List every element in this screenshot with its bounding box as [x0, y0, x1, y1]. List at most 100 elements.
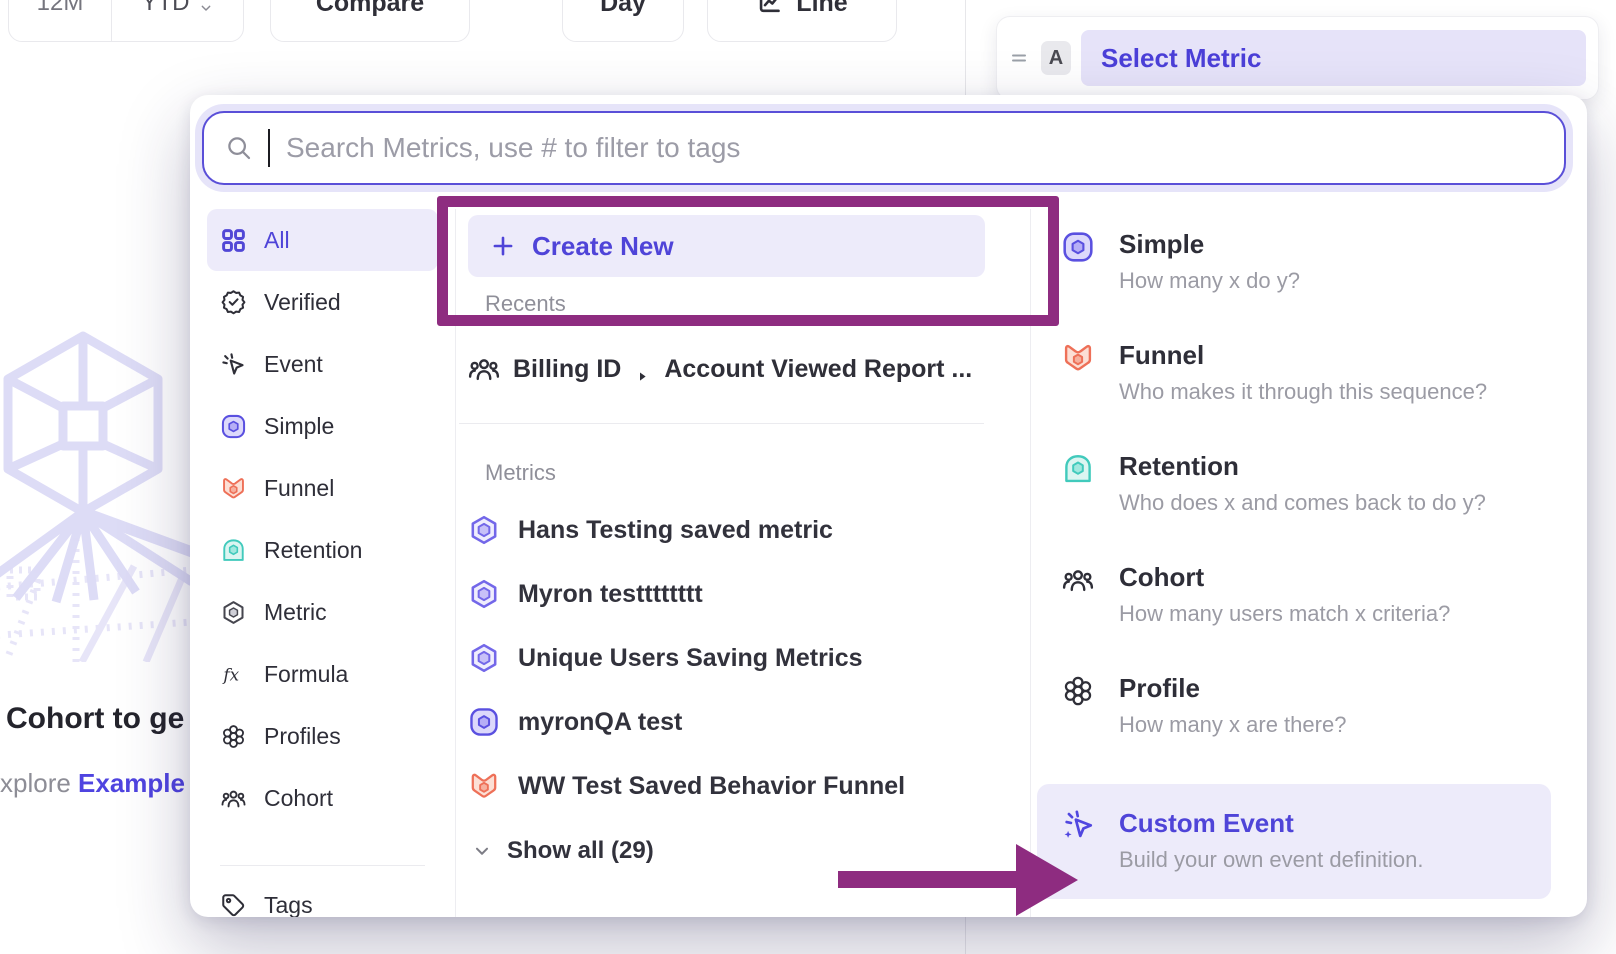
range-ytd-label: YTD [142, 0, 190, 17]
drag-handle-icon[interactable] [1007, 46, 1031, 70]
svg-text:fx: fx [221, 664, 239, 684]
metric-type-title: Simple [1119, 229, 1300, 259]
flower-icon [1061, 674, 1095, 708]
recents-section-title: Recents [485, 291, 1030, 317]
background-explore-line: xplore Example [0, 768, 185, 799]
line-chart-icon [756, 0, 783, 17]
grid-icon [220, 227, 247, 254]
seal-icon [220, 289, 247, 316]
sidebar-item-funnel[interactable]: Funnel [190, 457, 455, 519]
plus-icon [490, 233, 516, 259]
sidebar-item-label: Retention [264, 537, 362, 564]
search-icon [224, 133, 254, 163]
series-a-badge: A [1041, 41, 1071, 75]
cohort-icon [467, 352, 501, 386]
create-new-label: Create New [532, 231, 674, 262]
metric-type-title: Profile [1119, 673, 1346, 703]
create-new-button[interactable]: Create New [468, 215, 985, 277]
sidebar-item-metric[interactable]: Metric [190, 581, 455, 643]
metric-item-name: Myron testttttttt [518, 580, 703, 609]
arch-icon [1061, 452, 1095, 486]
sidebar-item-simple[interactable]: Simple [190, 395, 455, 457]
metric-query-row: A Select Metric [996, 16, 1599, 100]
sidebar-item-label: Profiles [264, 723, 341, 750]
metric-list-item-myronqa-test[interactable]: myronQA test [455, 690, 1030, 754]
people-icon [1061, 563, 1095, 597]
sidebar-item-tags[interactable]: Tags [190, 874, 455, 917]
arch-icon [220, 537, 247, 564]
metric-list-item-unique-users-saving-metrics[interactable]: Unique Users Saving Metrics [455, 626, 1030, 690]
funnel-icon [220, 475, 247, 502]
sidebar-item-all[interactable]: All [207, 209, 438, 271]
explore-text-fragment: xplore [0, 768, 78, 798]
range-ytd-button[interactable]: YTD [112, 0, 243, 41]
text-caret [268, 129, 270, 167]
screen: Cohort to ge xplore Example 12M YTD Comp… [0, 0, 1616, 954]
picker-middle-column: Create New Recents Billing ID Account Vi… [455, 209, 1030, 917]
metric-type-option-simple[interactable]: Simple How many x do y? [1031, 229, 1587, 294]
date-range-segmented-control: 12M YTD [8, 0, 244, 42]
sidebar-item-event[interactable]: Event [190, 333, 455, 395]
flower-icon [220, 723, 247, 750]
funnel-icon [1061, 341, 1095, 375]
sidebar-item-label: Tags [264, 892, 313, 918]
sidebar-item-profiles[interactable]: Profiles [190, 705, 455, 767]
metric-type-description: Who makes it through this sequence? [1119, 379, 1487, 405]
metric-type-description: How many users match x criteria? [1119, 601, 1450, 627]
recent-item-prefix: Billing ID [513, 355, 621, 384]
metric-list-item-myron-testttttttt[interactable]: Myron testttttttt [455, 562, 1030, 626]
sidebar-item-cohort[interactable]: Cohort [190, 767, 455, 829]
chevron-down-icon [471, 840, 493, 862]
sidebar-item-label: Funnel [264, 475, 334, 502]
hexpurple-icon [468, 642, 500, 674]
tag-icon [220, 892, 247, 918]
metric-item-name: Hans Testing saved metric [518, 516, 833, 545]
sidebar-item-formula[interactable]: fx Formula [190, 643, 455, 705]
metric-type-description: How many x are there? [1119, 712, 1346, 738]
metric-type-option-cohort[interactable]: Cohort How many users match x criteria? [1031, 562, 1587, 627]
granularity-day-button[interactable]: Day [562, 0, 684, 42]
metric-type-option-retention[interactable]: Retention Who does x and comes back to d… [1031, 451, 1587, 516]
chart-type-line-button[interactable]: Line [707, 0, 897, 42]
recent-item-name: Account Viewed Report ... [664, 355, 972, 384]
show-all-toggle[interactable]: Show all (29) [471, 826, 1030, 876]
metric-type-description: Build your own event definition. [1119, 847, 1424, 873]
metric-type-description: How many x do y? [1119, 268, 1300, 294]
decorative-wireframe-illustration [0, 330, 192, 662]
metric-item-name: Unique Users Saving Metrics [518, 644, 863, 673]
metric-list-item-ww-test-saved-behavior-funnel[interactable]: WW Test Saved Behavior Funnel [455, 754, 1030, 818]
metric-type-title: Funnel [1119, 340, 1487, 370]
sidebar-item-label: Verified [264, 289, 341, 316]
squircle-icon [468, 706, 500, 738]
sidebar-item-label: Event [264, 351, 323, 378]
fx-icon: fx [220, 661, 247, 688]
search-input[interactable] [286, 132, 1544, 164]
metric-type-description: Who does x and comes back to do y? [1119, 490, 1486, 516]
sidebar-item-verified[interactable]: Verified [190, 271, 455, 333]
recent-item-billing[interactable]: Billing ID Account Viewed Report ... [467, 341, 1030, 397]
metric-type-title: Custom Event [1119, 808, 1424, 838]
range-12m-button[interactable]: 12M [9, 0, 112, 41]
recents-metrics-divider [459, 423, 984, 424]
metric-search-bar[interactable] [202, 111, 1566, 185]
metric-item-name: myronQA test [518, 708, 682, 737]
sidebar-item-label: Cohort [264, 785, 333, 812]
sidebar-item-label: Simple [264, 413, 334, 440]
sidebar-item-label: Formula [264, 661, 348, 688]
picker-sidebar: All Verified Event Simple [190, 209, 455, 917]
sidebar-item-retention[interactable]: Retention [190, 519, 455, 581]
metric-list-item-hans-testing-saved-metric[interactable]: Hans Testing saved metric [455, 498, 1030, 562]
metric-type-title: Retention [1119, 451, 1486, 481]
metric-type-option-profile[interactable]: Profile How many x are there? [1031, 673, 1587, 738]
select-metric-field[interactable]: Select Metric [1081, 30, 1586, 86]
sidebar-item-label: Metric [264, 599, 327, 626]
cursor-icon [220, 351, 247, 378]
metric-item-name: WW Test Saved Behavior Funnel [518, 772, 905, 801]
cursor-star-icon [1061, 809, 1095, 843]
metric-type-option-funnel[interactable]: Funnel Who makes it through this sequenc… [1031, 340, 1587, 405]
compare-button[interactable]: Compare [270, 0, 470, 42]
example-reports-link[interactable]: Example [78, 768, 185, 798]
background-headline-fragment: Cohort to ge [6, 702, 184, 736]
metric-type-option-custom-event[interactable]: Custom Event Build your own event defini… [1037, 784, 1551, 899]
hexpurple-icon [468, 514, 500, 546]
